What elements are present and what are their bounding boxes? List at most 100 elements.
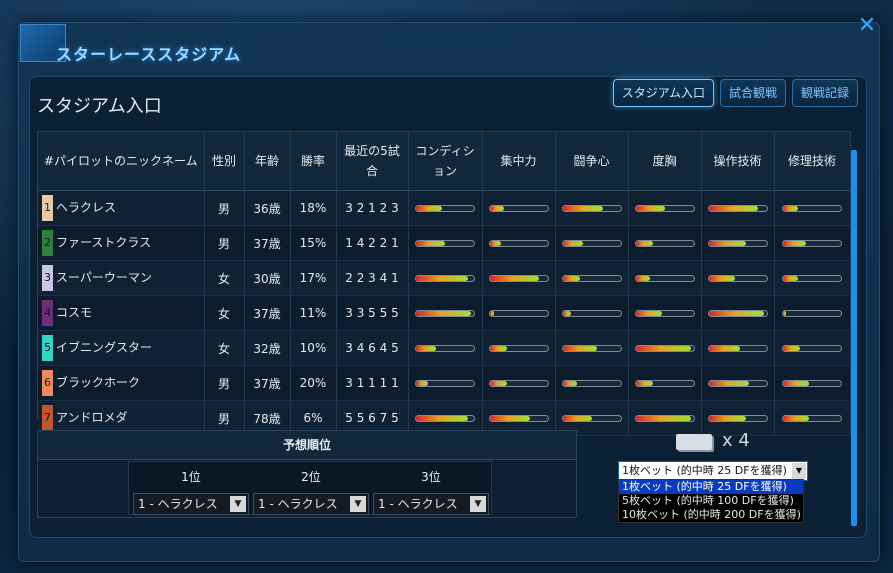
pilot-recent-results: 3 4 6 4 5 — [336, 330, 409, 366]
stat-bar-fill — [416, 205, 443, 211]
bet-select[interactable]: 1枚ベット (的中時 25 DFを獲得) ▼ — [618, 461, 808, 481]
stat-bar-fill — [708, 275, 735, 281]
pilot-name-cell: 1 ヘラクレス — [38, 190, 205, 226]
pilot-gender: 男 — [204, 365, 245, 401]
stat-bar-fill — [562, 380, 577, 386]
rank-2-column: 2位 1 - ヘラクレス ▼ — [253, 468, 369, 515]
stat-bar-condition — [415, 309, 475, 317]
chevron-down-icon[interactable]: ▼ — [230, 496, 246, 512]
pilot-gender: 男 — [204, 225, 245, 261]
stat-bar-fill — [708, 380, 750, 386]
stat-bar-fill — [562, 240, 583, 246]
stat-bar-fill — [708, 205, 758, 211]
chevron-down-icon[interactable]: ▼ — [792, 463, 806, 479]
tab-watch-history[interactable]: 観戦記録 — [791, 79, 858, 107]
stat-bar-focus — [488, 274, 549, 282]
pilot-number-badge: 4 — [42, 300, 53, 326]
pilot-win-rate: 20% — [290, 365, 337, 401]
bet-option-1[interactable]: 1枚ベット (的中時 25 DFを獲得) — [619, 480, 803, 494]
stat-cell-repair — [774, 190, 851, 226]
bet-option-10[interactable]: 10枚ベット (的中時 200 DFを獲得) — [619, 508, 803, 522]
table-row[interactable]: 1 ヘラクレス男 36歳 18% 3 2 1 2 3 — [38, 190, 851, 226]
rank-2-value: 1 - ヘラクレス — [258, 497, 338, 511]
pilot-age: 30歳 — [244, 260, 291, 296]
stat-bar-control — [707, 204, 768, 212]
scrollbar[interactable] — [851, 150, 857, 526]
stat-bar-focus — [488, 344, 549, 352]
bet-selected-value: 1枚ベット (的中時 25 DFを獲得) — [622, 464, 787, 477]
pilot-gender: 男 — [204, 190, 245, 226]
stat-bar-fill — [708, 240, 747, 246]
stat-bar-fill — [708, 345, 741, 351]
tab-stadium-entrance[interactable]: スタジアム入口 — [612, 79, 714, 107]
close-icon[interactable]: ✕ — [855, 14, 879, 38]
pilot-win-rate: 10% — [290, 330, 337, 366]
stat-bar-fighting-spirit — [561, 204, 622, 212]
stat-bar-fill — [783, 415, 810, 421]
pilot-age: 37歳 — [244, 225, 291, 261]
stat-bar-focus — [488, 379, 549, 387]
table-row[interactable]: 6 ブラックホーク男 37歳 20% 3 1 1 1 1 — [38, 365, 851, 401]
rank-3-column: 3位 1 - ヘラクレス ▼ — [373, 468, 489, 515]
table-row[interactable]: 5 イブニングスター女 32歳 10% 3 4 6 4 5 — [38, 330, 851, 366]
stat-bar-fill — [416, 380, 428, 386]
stat-cell-focus — [482, 190, 556, 226]
pilot-name-cell: 3 スーパーウーマン — [38, 260, 205, 296]
pilot-win-rate: 17% — [290, 260, 337, 296]
stat-bar-fill — [635, 205, 665, 211]
rank-3-value: 1 - ヘラクレス — [378, 497, 458, 511]
stat-bar-courage — [634, 414, 695, 422]
stat-bar-control — [707, 379, 768, 387]
chevron-down-icon[interactable]: ▼ — [470, 496, 486, 512]
stat-bar-repair — [782, 344, 842, 352]
stat-bar-courage — [634, 344, 695, 352]
table-row[interactable]: 4 コスモ女 37歳 11% 3 3 5 5 5 — [38, 295, 851, 331]
stat-bar-courage — [634, 309, 695, 317]
stat-cell-control — [701, 260, 775, 296]
stat-cell-condition — [408, 225, 483, 261]
pilot-gender: 女 — [204, 295, 245, 331]
pilot-name-cell: 2 ファーストクラス — [38, 225, 205, 261]
tab-watch-match[interactable]: 試合観戦 — [719, 79, 786, 107]
pilot-number-badge: 2 — [42, 230, 53, 256]
stat-cell-control — [701, 295, 775, 331]
ticket-icon — [676, 434, 712, 450]
scrollbar-thumb[interactable] — [851, 150, 857, 526]
stat-bar-repair — [782, 309, 842, 317]
table-row[interactable]: 3 スーパーウーマン女 30歳 17% 2 2 3 4 1 — [38, 260, 851, 296]
bet-option-5[interactable]: 5枚ベット (的中時 100 DFを獲得) — [619, 494, 803, 508]
header-repair: 修理技術 — [774, 132, 851, 191]
pilot-name-cell: 4 コスモ — [38, 295, 205, 331]
rank-2-select[interactable]: 1 - ヘラクレス ▼ — [253, 493, 369, 515]
prediction-panel: 予想順位 1位 1 - ヘラクレス ▼ 2位 1 - ヘラクレス ▼ 3位 1 … — [37, 430, 577, 518]
prediction-title: 予想順位 — [38, 431, 576, 460]
stat-bar-fill — [489, 240, 502, 246]
stat-cell-courage — [628, 365, 702, 401]
stat-bar-fill — [635, 345, 691, 351]
rank-1-select[interactable]: 1 - ヘラクレス ▼ — [133, 493, 249, 515]
stat-cell-control — [701, 225, 775, 261]
stat-bar-fill — [416, 275, 469, 281]
rank-3-select[interactable]: 1 - ヘラクレス ▼ — [373, 493, 489, 515]
stat-cell-fighting-spirit — [555, 330, 629, 366]
chevron-down-icon[interactable]: ▼ — [350, 496, 366, 512]
stat-bar-fill — [635, 415, 691, 421]
stat-bar-courage — [634, 239, 695, 247]
stat-bar-focus — [488, 239, 549, 247]
pilot-recent-results: 3 3 5 5 5 — [336, 295, 409, 331]
stat-bar-fill — [783, 205, 798, 211]
stat-bar-fighting-spirit — [561, 379, 622, 387]
rank-3-label: 3位 — [421, 470, 441, 484]
pilot-gender: 女 — [204, 260, 245, 296]
stat-bar-fill — [416, 240, 445, 246]
pilot-number-badge: 5 — [42, 335, 53, 361]
pilot-recent-results: 2 2 3 4 1 — [336, 260, 409, 296]
table-row[interactable]: 2 ファーストクラス男 37歳 15% 1 4 2 2 1 — [38, 225, 851, 261]
stat-bar-focus — [488, 414, 549, 422]
header-recent: 最近の5試合 — [336, 132, 409, 191]
stat-bar-control — [707, 344, 768, 352]
stat-bar-fill — [562, 415, 592, 421]
pilot-number-badge: 6 — [42, 370, 53, 396]
prediction-selects: 1位 1 - ヘラクレス ▼ 2位 1 - ヘラクレス ▼ 3位 1 - ヘラク… — [128, 461, 492, 515]
pilot-number-badge: 7 — [42, 405, 53, 431]
